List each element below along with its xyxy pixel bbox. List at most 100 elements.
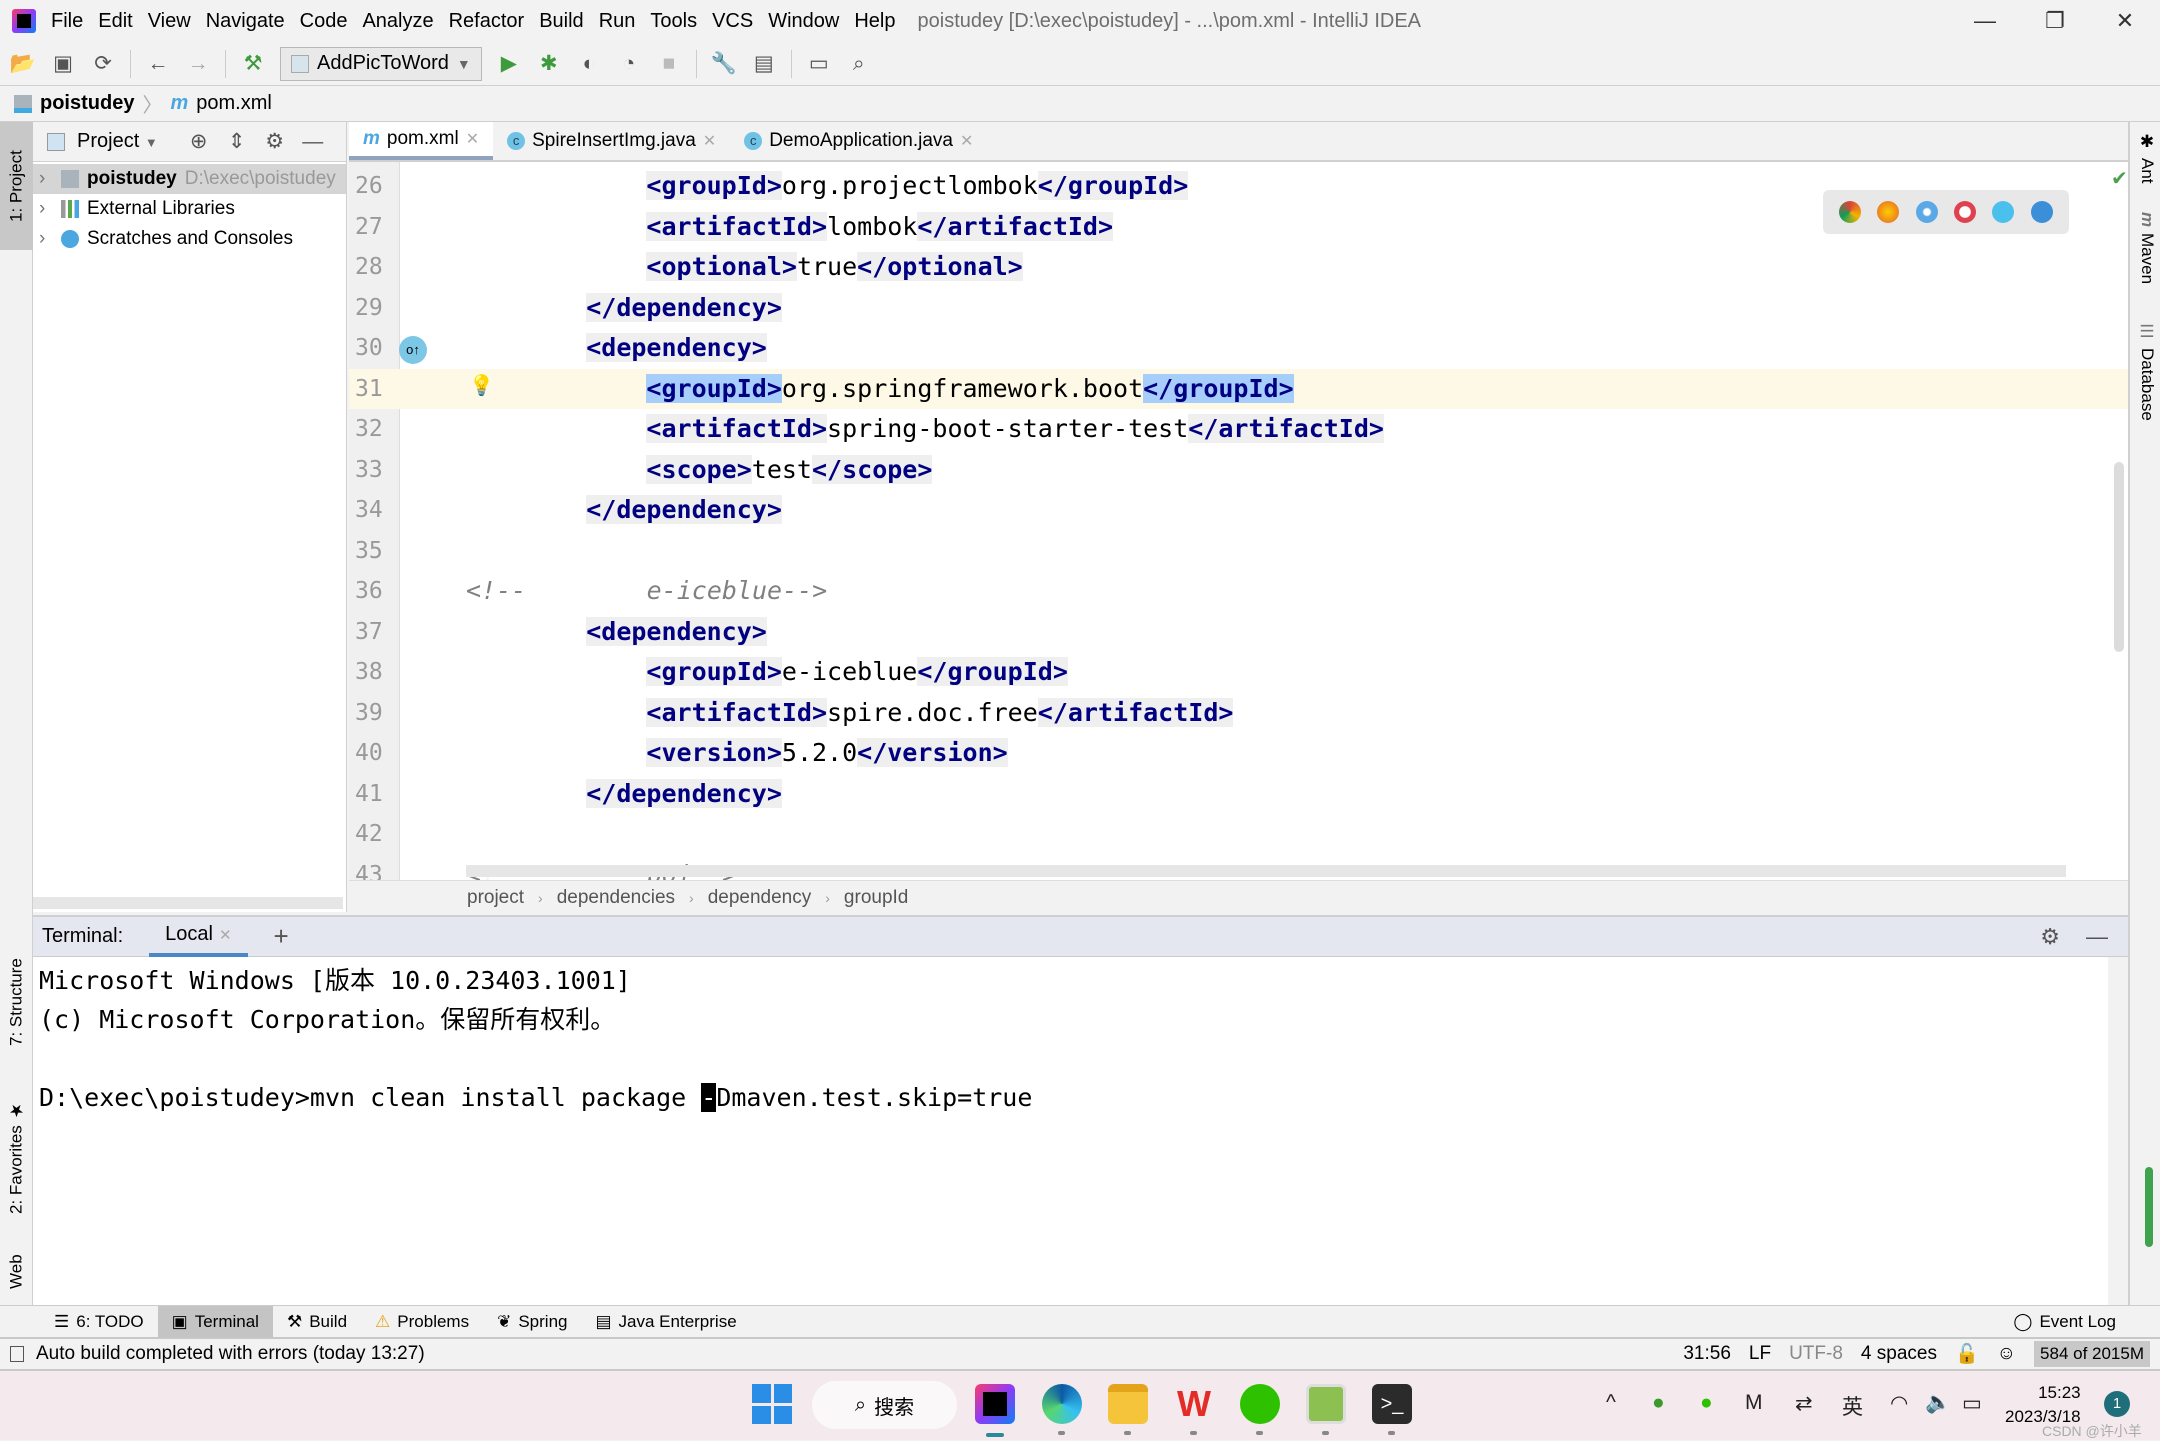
menu-navigate[interactable]: Navigate [206, 10, 285, 33]
menu-refactor[interactable]: Refactor [449, 10, 525, 33]
run-configuration-select[interactable]: AddPicToWord ▼ [280, 46, 482, 81]
tree-item[interactable]: › Scratches and Consoles [33, 224, 346, 254]
menu-file[interactable]: File [51, 10, 83, 33]
gear-icon[interactable]: ⚙ [262, 129, 288, 155]
run-anything-icon[interactable]: ▭ [806, 51, 832, 77]
opera-icon[interactable] [1954, 201, 1977, 223]
add-terminal-icon[interactable]: + [274, 921, 289, 952]
chevron-right-icon[interactable]: › [39, 168, 53, 190]
gear-icon[interactable]: ⚙ [2040, 924, 2060, 950]
menu-view[interactable]: View [148, 10, 191, 33]
tree-item[interactable]: › External Libraries [33, 194, 346, 224]
nav-file[interactable]: pom.xml [196, 92, 272, 115]
tab-project[interactable]: 1: Project [0, 122, 33, 250]
tab-database[interactable]: ☰ Database [2132, 322, 2160, 421]
edge-icon[interactable] [2030, 201, 2053, 223]
close-icon[interactable]: ✕ [219, 926, 232, 944]
chrome-icon[interactable] [1839, 201, 1862, 223]
tab-structure[interactable]: 7: Structure [0, 927, 33, 1077]
terminal-scrollbar[interactable] [2145, 1167, 2153, 1247]
forward-icon[interactable]: → [185, 51, 211, 77]
hide-icon[interactable]: — [300, 129, 326, 155]
vertical-scrollbar[interactable] [2114, 462, 2124, 652]
menu-build[interactable]: Build [539, 10, 583, 33]
code-area[interactable]: 26 <groupId>org.projectlombok</groupId> 2… [349, 162, 2128, 880]
lock-icon[interactable]: 🔓 [1955, 1342, 1979, 1366]
file-encoding[interactable]: UTF-8 [1789, 1343, 1843, 1365]
terminal-app-icon[interactable]: >_ [1372, 1384, 1412, 1424]
wifi-icon[interactable]: ◠ [1890, 1391, 1908, 1416]
menu-code[interactable]: Code [300, 10, 348, 33]
build-hammer-icon[interactable]: ⚒ [240, 51, 266, 77]
tray-input-icon[interactable]: M [1745, 1391, 1763, 1415]
tab-spireinsertimg-java[interactable]: c SpireInsertImg.java ✕ [493, 122, 730, 160]
inspector-icon[interactable]: ☺ [1997, 1343, 2016, 1365]
close-icon[interactable]: ✕ [466, 129, 479, 149]
tray-wechat-icon[interactable]: ● [1700, 1391, 1713, 1415]
nav-project[interactable]: poistudey [40, 92, 134, 115]
breadcrumb-item[interactable]: groupId [844, 887, 908, 909]
breadcrumb-item[interactable]: dependency [708, 887, 812, 909]
intention-bulb-icon[interactable]: 💡 [469, 373, 494, 398]
project-scrollbar[interactable] [33, 897, 343, 909]
line-separator[interactable]: LF [1749, 1343, 1771, 1365]
stop-icon[interactable]: ■ [656, 51, 682, 77]
ie-icon[interactable] [1992, 201, 2015, 223]
tab-demoapplication-java[interactable]: c DemoApplication.java ✕ [730, 122, 987, 160]
coverage-icon[interactable]: ◐ [576, 51, 602, 77]
firefox-icon[interactable] [1877, 201, 1900, 223]
chevron-right-icon[interactable]: › [39, 198, 53, 220]
close-icon[interactable]: ✕ [960, 131, 973, 151]
close-button[interactable]: ✕ [2090, 0, 2160, 42]
tree-item[interactable]: › poistudey D:\exec\poistudey [33, 164, 346, 194]
memory-indicator[interactable]: 584 of 2015M [2034, 1341, 2150, 1367]
tool-window--todo[interactable]: ☰ 6: TODO [40, 1306, 158, 1337]
tab-ant[interactable]: ✱ Ant [2132, 132, 2160, 184]
tray-app-icon[interactable]: ● [1652, 1391, 1665, 1415]
breadcrumb-item[interactable]: dependencies [557, 887, 675, 909]
tab-pom-xml[interactable]: m pom.xml ✕ [349, 122, 494, 160]
tool-window-terminal[interactable]: ▣ Terminal [157, 1306, 273, 1337]
battery-icon[interactable]: ▭ [1962, 1391, 1982, 1416]
volume-icon[interactable]: 🔈 [1925, 1391, 1951, 1415]
safari-icon[interactable] [1915, 201, 1938, 223]
wechat-icon[interactable] [1240, 1384, 1280, 1424]
menu-run[interactable]: Run [599, 10, 636, 33]
back-icon[interactable]: ← [145, 51, 171, 77]
image-app-icon[interactable] [1306, 1384, 1346, 1424]
event-log-button[interactable]: ◯ Event Log [1999, 1306, 2130, 1337]
file-explorer-icon[interactable] [1108, 1384, 1148, 1424]
breadcrumb-item[interactable]: project [467, 887, 524, 909]
chevron-right-icon[interactable]: › [39, 228, 53, 250]
intellij-taskbar-icon[interactable] [975, 1384, 1015, 1424]
wps-icon[interactable]: W [1174, 1384, 1214, 1424]
menu-vcs[interactable]: VCS [712, 10, 753, 33]
terminal-output[interactable]: Microsoft Windows [版本 10.0.23403.1001] (… [33, 957, 2153, 1305]
status-message[interactable]: Auto build completed with errors (today … [36, 1343, 425, 1365]
tray-overflow-icon[interactable]: ^ [1606, 1391, 1616, 1415]
close-icon[interactable]: ✕ [703, 131, 716, 151]
run-icon[interactable]: ▶ [496, 51, 522, 77]
taskbar-search[interactable]: ⌕ 搜索 [812, 1381, 957, 1429]
edge-taskbar-icon[interactable] [1042, 1384, 1082, 1424]
tab-web[interactable]: Web [0, 1237, 33, 1307]
tool-window-build[interactable]: ⚒ Build [273, 1306, 361, 1337]
indent-setting[interactable]: 4 spaces [1861, 1343, 1937, 1365]
inspection-ok-icon[interactable]: ✔ [2111, 166, 2128, 191]
terminal-command-line[interactable]: D:\exec\poistudey>mvn clean install pack… [39, 1078, 1032, 1117]
tool-window-spring[interactable]: ❦ Spring [483, 1306, 581, 1337]
tab-favorites[interactable]: 2: Favorites ★ [0, 1087, 33, 1227]
ime-indicator[interactable]: 英 [1842, 1391, 1863, 1421]
sync-icon[interactable]: ⟳ [90, 51, 116, 77]
menu-edit[interactable]: Edit [98, 10, 132, 33]
menu-analyze[interactable]: Analyze [362, 10, 433, 33]
collapse-all-icon[interactable]: ⇕ [224, 129, 250, 155]
notification-badge[interactable]: 1 [2104, 1391, 2130, 1417]
horizontal-scrollbar[interactable] [466, 865, 2066, 877]
hide-icon[interactable]: — [2086, 924, 2108, 950]
minimize-button[interactable]: — [1950, 0, 2020, 42]
project-structure-icon[interactable]: ▤ [751, 51, 777, 77]
tray-switch-icon[interactable]: ⇄ [1795, 1391, 1813, 1416]
menu-window[interactable]: Window [768, 10, 839, 33]
restore-button[interactable]: ❐ [2020, 0, 2090, 42]
